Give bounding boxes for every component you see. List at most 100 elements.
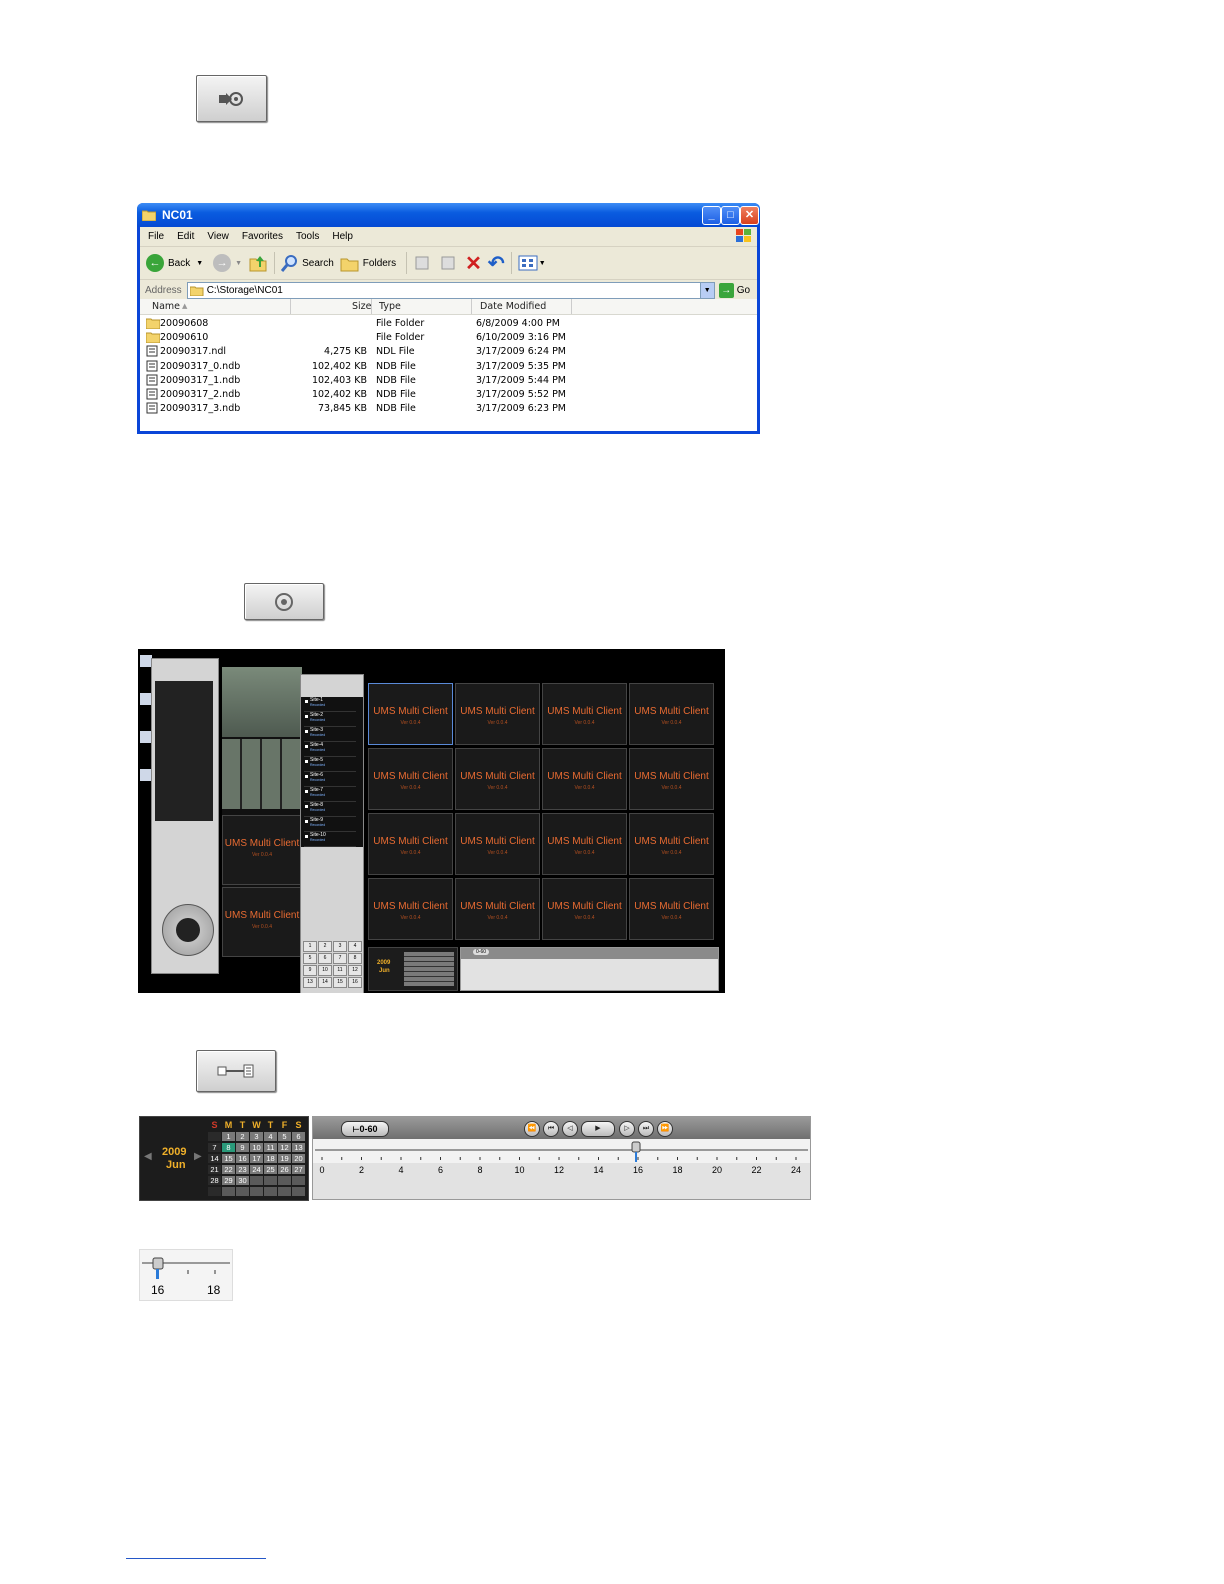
video-cell[interactable]: UMS Multi Client Ver 0.0.4 bbox=[629, 683, 714, 745]
calendar-day[interactable]: 18 bbox=[264, 1154, 277, 1163]
next-month-icon[interactable]: ▶ bbox=[194, 1151, 202, 1162]
site-item[interactable]: Site-3 Recorded bbox=[304, 727, 356, 742]
video-cell[interactable]: UMS Multi Client Ver 0.0.4 bbox=[629, 813, 714, 875]
file-row[interactable]: 20090317_1.ndb 102,403 KB NDB File 3/17/200… bbox=[140, 374, 757, 388]
channel-key[interactable]: 2 bbox=[318, 941, 332, 952]
site-item[interactable]: Site-8 Recorded bbox=[304, 802, 356, 817]
column-name[interactable]: Name bbox=[152, 301, 180, 312]
timeline-button[interactable] bbox=[196, 1050, 276, 1092]
column-size[interactable]: Size bbox=[352, 301, 372, 312]
video-cell[interactable]: UMS Multi Client Ver 0.0.4 bbox=[629, 878, 714, 940]
video-cell[interactable]: UMS Multi Client Ver 0.0.4 bbox=[222, 887, 302, 957]
site-item[interactable]: Site-2 Recorded bbox=[304, 712, 356, 727]
joystick-knob[interactable] bbox=[176, 918, 200, 942]
step-forward-button[interactable]: ⏭ bbox=[638, 1121, 654, 1137]
play-button[interactable]: ▶ bbox=[581, 1121, 615, 1137]
site-item[interactable]: Site-5 Recorded bbox=[304, 757, 356, 772]
search-button[interactable]: Search bbox=[281, 254, 334, 272]
calendar-day[interactable]: 9 bbox=[236, 1143, 249, 1152]
calendar-day[interactable]: 24 bbox=[250, 1165, 263, 1174]
channel-key[interactable]: 3 bbox=[333, 941, 347, 952]
site-item[interactable]: Site-10 Recorded bbox=[304, 832, 356, 847]
site-checkbox[interactable] bbox=[305, 715, 308, 718]
site-checkbox[interactable] bbox=[305, 730, 308, 733]
site-checkbox[interactable] bbox=[305, 820, 308, 823]
file-row[interactable]: 20090608 File Folder 6/8/2009 4:00 PM bbox=[140, 317, 757, 331]
calendar-day[interactable]: 30 bbox=[236, 1176, 249, 1185]
menu-file[interactable]: File bbox=[148, 231, 164, 242]
video-cell[interactable]: UMS Multi Client Ver 0.0.4 bbox=[368, 683, 453, 745]
calendar-day[interactable]: 8 bbox=[222, 1143, 235, 1152]
calendar-day[interactable]: 2 bbox=[236, 1132, 249, 1141]
ptz-joystick[interactable] bbox=[162, 904, 214, 956]
minimize-button[interactable]: _ bbox=[702, 206, 721, 225]
channel-key[interactable]: 13 bbox=[303, 977, 317, 988]
move-to-button[interactable] bbox=[413, 254, 433, 272]
calendar-day[interactable]: 27 bbox=[292, 1165, 305, 1174]
video-cell[interactable]: UMS Multi Client Ver 0.0.4 bbox=[542, 748, 627, 810]
channel-key[interactable]: 8 bbox=[348, 953, 362, 964]
calendar-day[interactable]: 17 bbox=[250, 1154, 263, 1163]
views-button[interactable]: ▼ bbox=[518, 255, 546, 271]
channel-key[interactable]: 10 bbox=[318, 965, 332, 976]
video-cell[interactable]: UMS Multi Client Ver 0.0.4 bbox=[455, 813, 540, 875]
record-search-button[interactable] bbox=[196, 75, 267, 122]
menu-help[interactable]: Help bbox=[332, 231, 353, 242]
site-item[interactable]: Site-1 Recorded bbox=[304, 697, 356, 712]
up-folder-button[interactable] bbox=[248, 253, 268, 273]
time-slider-thumb[interactable] bbox=[152, 1257, 164, 1270]
calendar-day[interactable]: 14 bbox=[208, 1154, 221, 1163]
channel-key[interactable]: 14 bbox=[318, 977, 332, 988]
file-row[interactable]: 20090317_3.ndb 73,845 KB NDB File 3/17/2009… bbox=[140, 402, 757, 416]
site-checkbox[interactable] bbox=[305, 835, 308, 838]
video-cell[interactable]: UMS Multi Client Ver 0.0.4 bbox=[542, 813, 627, 875]
menu-view[interactable]: View bbox=[207, 231, 229, 242]
calendar-day[interactable]: 3 bbox=[250, 1132, 263, 1141]
chevron-down-icon[interactable]: ▼ bbox=[235, 260, 242, 267]
video-cell[interactable]: UMS Multi Client Ver 0.0.4 bbox=[542, 878, 627, 940]
video-cell[interactable]: UMS Multi Client Ver 0.0.4 bbox=[629, 748, 714, 810]
calendar-day[interactable]: 15 bbox=[222, 1154, 235, 1163]
video-cell[interactable]: UMS Multi Client Ver 0.0.4 bbox=[368, 878, 453, 940]
address-input[interactable]: C:\Storage\NC01 ▼ bbox=[186, 281, 715, 299]
fast-forward-button[interactable]: ⏩ bbox=[657, 1121, 673, 1137]
chevron-down-icon[interactable]: ▼ bbox=[196, 260, 203, 267]
video-cell[interactable]: UMS Multi Client Ver 0.0.4 bbox=[455, 748, 540, 810]
chevron-down-icon[interactable]: ▼ bbox=[539, 260, 546, 267]
back-button[interactable]: ← Back ▼ bbox=[146, 254, 203, 272]
calendar-day[interactable]: 29 bbox=[222, 1176, 235, 1185]
calendar-day[interactable]: 4 bbox=[264, 1132, 277, 1141]
channel-key[interactable]: 15 bbox=[333, 977, 347, 988]
site-checkbox[interactable] bbox=[305, 760, 308, 763]
site-item[interactable]: Site-4 Recorded bbox=[304, 742, 356, 757]
setup-button[interactable] bbox=[244, 583, 324, 620]
copy-to-button[interactable] bbox=[439, 254, 459, 272]
channel-key[interactable]: 7 bbox=[333, 953, 347, 964]
channel-key[interactable]: 12 bbox=[348, 965, 362, 976]
calendar-day[interactable]: 19 bbox=[278, 1154, 291, 1163]
calendar-day[interactable]: 23 bbox=[236, 1165, 249, 1174]
channel-key[interactable]: 5 bbox=[303, 953, 317, 964]
calendar-day[interactable]: 11 bbox=[264, 1143, 277, 1152]
address-dropdown-icon[interactable]: ▼ bbox=[699, 282, 714, 298]
step-back-button[interactable]: ⏮ bbox=[543, 1121, 559, 1137]
timeline-ruler[interactable]: 0 2 4 6 8 10 12 14 16 18 20 22 24 bbox=[313, 1139, 810, 1199]
calendar-day[interactable]: 12 bbox=[278, 1143, 291, 1152]
calendar-day[interactable]: 20 bbox=[292, 1154, 305, 1163]
fast-rewind-button[interactable]: ⏪ bbox=[524, 1121, 540, 1137]
site-checkbox[interactable] bbox=[305, 700, 308, 703]
calendar-day[interactable]: 6 bbox=[292, 1132, 305, 1141]
frame-back-button[interactable]: ◁ bbox=[562, 1121, 578, 1137]
site-item[interactable]: Site-9 Recorded bbox=[304, 817, 356, 832]
file-row[interactable]: 20090317.ndl 4,275 KB NDL File 3/17/2009 6:… bbox=[140, 345, 757, 359]
calendar-day[interactable]: 7 bbox=[208, 1143, 221, 1152]
calendar-day[interactable]: 13 bbox=[292, 1143, 305, 1152]
site-checkbox[interactable] bbox=[305, 775, 308, 778]
frame-forward-button[interactable]: ▷ bbox=[619, 1121, 635, 1137]
forward-button[interactable]: → ▼ bbox=[213, 254, 242, 272]
time-slider-thumb[interactable] bbox=[631, 1141, 641, 1153]
calendar-day[interactable]: 10 bbox=[250, 1143, 263, 1152]
menu-favorites[interactable]: Favorites bbox=[242, 231, 283, 242]
calendar-day[interactable]: 28 bbox=[208, 1176, 221, 1185]
video-cell[interactable]: UMS Multi Client Ver 0.0.4 bbox=[542, 683, 627, 745]
